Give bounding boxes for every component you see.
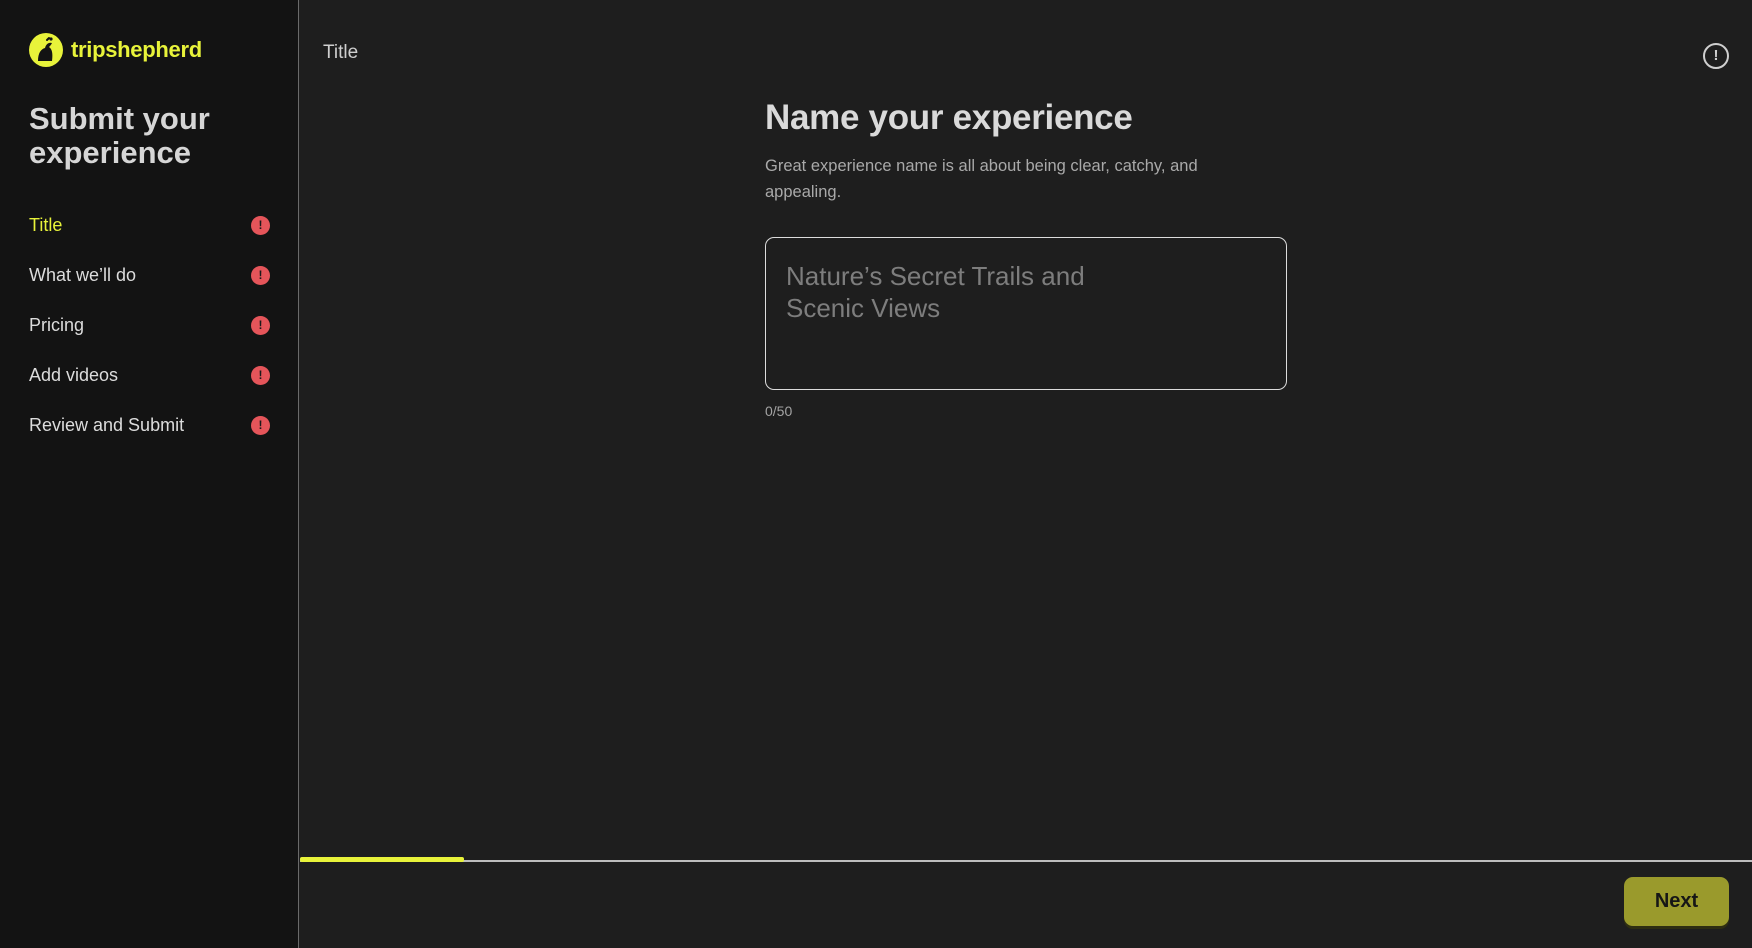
step-label: Review and Submit [29, 414, 185, 435]
experience-name-input[interactable] [765, 237, 1287, 390]
step-label: Title [29, 214, 63, 235]
step-label: What we’ll do [29, 264, 137, 285]
progress-bar-fill [300, 857, 465, 862]
alert-icon: ! [251, 365, 270, 385]
alert-icon: ! [251, 415, 270, 435]
info-icon[interactable]: ! [1703, 43, 1729, 69]
alert-icon: ! [251, 315, 270, 335]
main-content: Name your experience Great experience na… [765, 98, 1287, 419]
step-list: Title ! What we’ll do ! Pricing ! Add vi… [29, 200, 270, 450]
app-root: tripshepherd Submit your experience Titl… [0, 0, 1752, 948]
step-item-add-videos[interactable]: Add videos ! [29, 350, 270, 400]
progress-bar [300, 857, 1752, 862]
sidebar: tripshepherd Submit your experience Titl… [0, 0, 299, 948]
alert-icon: ! [251, 215, 270, 235]
brand-name: tripshepherd [71, 37, 202, 62]
section-description: Great experience name is all about being… [765, 157, 1198, 201]
section-heading: Name your experience [765, 98, 1133, 137]
step-item-pricing[interactable]: Pricing ! [29, 300, 270, 350]
step-item-what-well-do[interactable]: What we’ll do ! [29, 250, 270, 300]
step-label: Pricing [29, 314, 85, 335]
next-button[interactable]: Next [1624, 877, 1729, 926]
step-label: Add videos [29, 364, 119, 385]
step-item-title[interactable]: Title ! [29, 200, 270, 250]
alert-icon: ! [251, 265, 270, 285]
shepherd-logo-icon [29, 33, 63, 67]
sidebar-title: Submit your experience [29, 101, 210, 170]
page-title: Title [323, 42, 359, 63]
brand-logo[interactable]: tripshepherd [29, 33, 202, 67]
character-counter: 0/50 [765, 403, 793, 419]
step-item-review-and-submit[interactable]: Review and Submit ! [29, 400, 270, 450]
